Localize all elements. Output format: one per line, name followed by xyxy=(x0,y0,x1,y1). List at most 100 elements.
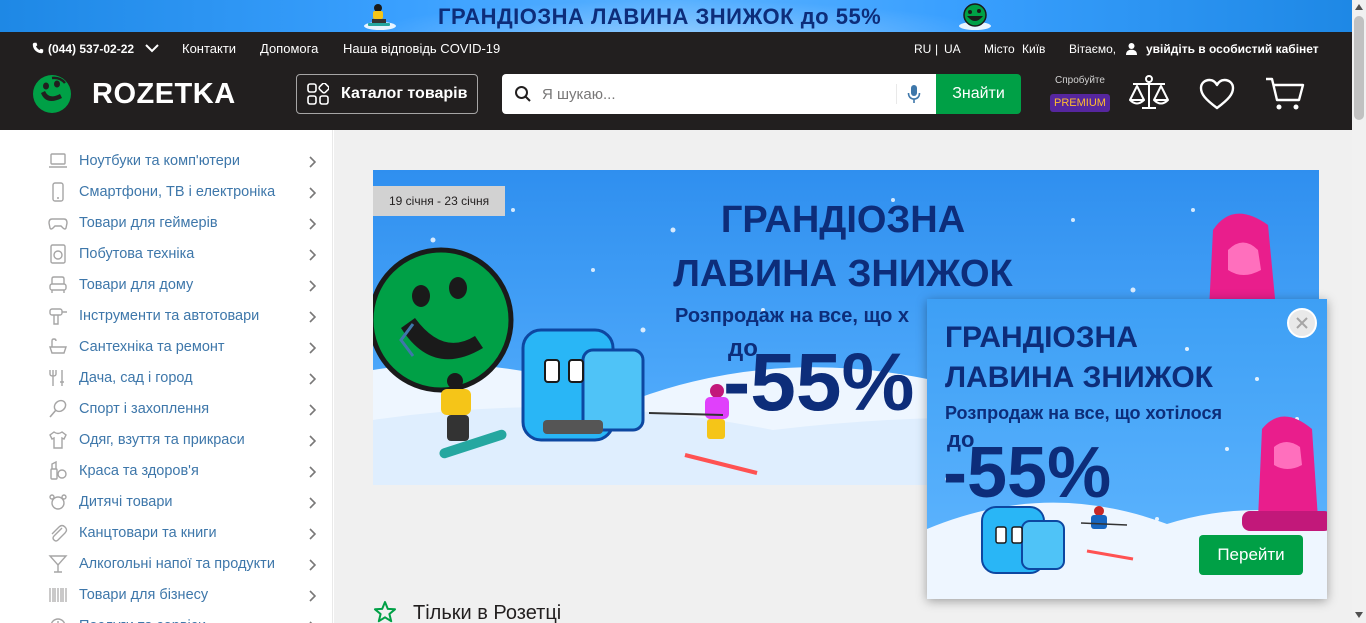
sidebar-item-label: Побутова техніка xyxy=(79,246,195,262)
chevron-right-icon xyxy=(309,249,316,261)
sidebar-item-label: Алкогольні напої та продукти xyxy=(79,556,275,572)
sidebar-item-label: Одяг, взуття та прикраси xyxy=(79,432,245,448)
chevron-right-icon xyxy=(309,466,316,478)
promo-popup[interactable]: ГРАНДІОЗНА ЛАВИНА ЗНИЖОК Розпродаж на вс… xyxy=(927,299,1327,599)
search-box xyxy=(502,74,936,114)
paperclip-icon xyxy=(51,524,68,542)
sidebar-item-label: Дача, сад і город xyxy=(79,370,193,386)
scroll-thumb[interactable] xyxy=(1354,16,1364,120)
scroll-down-arrow-icon[interactable] xyxy=(1355,612,1363,618)
rozetka-logo[interactable]: ROZETKA xyxy=(32,74,272,114)
sidebar-item-label: Смартфони, ТВ і електроніка xyxy=(79,184,276,200)
rozetka-mascot-icon xyxy=(959,3,991,30)
catalog-button[interactable]: Каталог товарів xyxy=(296,74,478,114)
lang-ru[interactable]: RU xyxy=(914,42,931,56)
premium-promo[interactable]: Спробуйте PREMIUM xyxy=(1050,74,1110,118)
sidebar-item[interactable]: Смартфони, ТВ і електроніка xyxy=(0,176,332,207)
sidebar-item[interactable]: Сантехніка та ремонт xyxy=(0,331,332,362)
heart-icon[interactable] xyxy=(1195,74,1239,114)
sidebar-item-label: Товари для дому xyxy=(79,277,194,293)
help-link[interactable]: Допомога xyxy=(260,41,318,56)
sidebar-item[interactable]: Товари для геймерів xyxy=(0,207,332,238)
hero-line2: ЛАВИНА ЗНИЖОК xyxy=(673,253,1013,295)
sidebar-item-label: Спорт і захоплення xyxy=(79,401,210,417)
sidebar-item[interactable]: Товари для бізнесу xyxy=(0,579,332,610)
promo-text: ГРАНДІОЗНА ЛАВИНА ЗНИЖОК до 55% xyxy=(438,4,882,29)
sidebar-item-label: Товари для бізнесу xyxy=(79,587,209,603)
snowboarder-icon xyxy=(364,4,396,30)
sidebar-item[interactable]: Ноутбуки та комп'ютери xyxy=(0,145,332,176)
page-scrollbar[interactable] xyxy=(1352,0,1366,623)
chevron-right-icon xyxy=(309,590,316,602)
section-title: Тільки в Розетці xyxy=(413,602,562,623)
popup-go-button[interactable]: Перейти xyxy=(1199,535,1303,575)
search-input[interactable] xyxy=(542,74,892,114)
sidebar-item-label: Краса та здоров'я xyxy=(79,463,199,479)
city-selector[interactable]: Київ xyxy=(1022,42,1045,56)
chevron-right-icon xyxy=(309,435,316,447)
sidebar-item[interactable]: Дача, сад і город xyxy=(0,362,332,393)
barcode-icon xyxy=(49,588,67,602)
top-promo-banner[interactable]: ГРАНДІОЗНА ЛАВИНА ЗНИЖОК до 55% xyxy=(0,0,1352,32)
popup-close-button[interactable] xyxy=(1287,308,1317,338)
cosmetics-icon xyxy=(50,461,67,480)
garden-tools-icon xyxy=(49,370,64,386)
lang-ua[interactable]: UA xyxy=(944,42,961,56)
cocktail-icon xyxy=(48,555,68,573)
racket-icon xyxy=(49,399,67,418)
teddy-bear-icon xyxy=(49,494,67,510)
scroll-up-arrow-icon[interactable] xyxy=(1355,4,1363,10)
chevron-down-icon[interactable] xyxy=(145,43,159,53)
catalog-button-label: Каталог товарів xyxy=(341,85,468,102)
city-label: Місто xyxy=(984,42,1015,56)
close-icon xyxy=(1296,317,1308,329)
chevron-right-icon xyxy=(309,218,316,230)
contacts-link[interactable]: Контакти xyxy=(182,41,236,56)
sidebar-item-label: Послуги та сервіси xyxy=(79,618,206,623)
chevron-right-icon xyxy=(309,373,316,385)
drill-icon xyxy=(49,308,67,325)
chevron-right-icon xyxy=(309,280,316,292)
sidebar-item[interactable]: Одяг, взуття та прикраси xyxy=(0,424,332,455)
sidebar-item[interactable]: Інструменти та автотовари xyxy=(0,300,332,331)
chevron-right-icon xyxy=(309,404,316,416)
chevron-right-icon xyxy=(309,311,316,323)
popup-line2: ЛАВИНА ЗНИЖОК xyxy=(945,361,1214,394)
search-divider xyxy=(896,84,897,104)
sidebar-item-label: Інструменти та автотовари xyxy=(79,308,260,324)
chevron-right-icon xyxy=(309,342,316,354)
sidebar-item[interactable]: Канцтовари та книги xyxy=(0,517,332,548)
login-link[interactable]: увійдіть в особистий кабінет xyxy=(1146,42,1319,56)
sidebar-item[interactable]: Побутова техніка xyxy=(0,238,332,269)
user-icon xyxy=(1126,43,1137,55)
sidebar-item[interactable]: Алкогольні напої та продукти xyxy=(0,548,332,579)
chevron-right-icon xyxy=(309,497,316,509)
covid-link[interactable]: Наша відповідь COVID-19 xyxy=(343,41,500,56)
chevron-right-icon xyxy=(309,187,316,199)
cart-icon[interactable] xyxy=(1263,74,1307,114)
hero-discount: -55% xyxy=(723,337,914,428)
sidebar-item-label: Канцтовари та книги xyxy=(79,525,217,541)
category-sidebar: Ноутбуки та комп'ютери Смартфони, ТВ і ел… xyxy=(0,130,333,623)
phone-number[interactable]: (044) 537-02-22 xyxy=(48,42,134,56)
chevron-right-icon xyxy=(309,156,316,168)
sidebar-item[interactable]: Послуги та сервіси xyxy=(0,610,332,623)
sidebar-item[interactable]: Спорт і захоплення xyxy=(0,393,332,424)
hero-line3: Розпродаж на все, що х xyxy=(675,305,909,327)
scales-icon[interactable] xyxy=(1127,74,1171,114)
sidebar-item[interactable]: Товари для дому xyxy=(0,269,332,300)
sidebar-item-label: Товари для геймерів xyxy=(79,215,218,231)
microphone-icon[interactable] xyxy=(906,84,922,104)
popup-discount: -55% xyxy=(943,433,1111,513)
tshirt-icon xyxy=(49,431,67,449)
sidebar-item[interactable]: Дитячі товари xyxy=(0,486,332,517)
sidebar-item[interactable]: Краса та здоров'я xyxy=(0,455,332,486)
site-header: (044) 537-02-22 Контакти Допомога Наша в… xyxy=(0,32,1352,130)
header-topbar: (044) 537-02-22 Контакти Допомога Наша в… xyxy=(0,32,1352,65)
smartphone-icon xyxy=(52,182,64,202)
armchair-icon xyxy=(49,276,67,293)
chevron-left-icon[interactable] xyxy=(397,320,417,360)
rozetka-logo-icon xyxy=(33,75,71,113)
search-button[interactable]: Знайти xyxy=(936,74,1021,114)
hero-date-badge: 19 січня - 23 січня xyxy=(373,186,506,216)
